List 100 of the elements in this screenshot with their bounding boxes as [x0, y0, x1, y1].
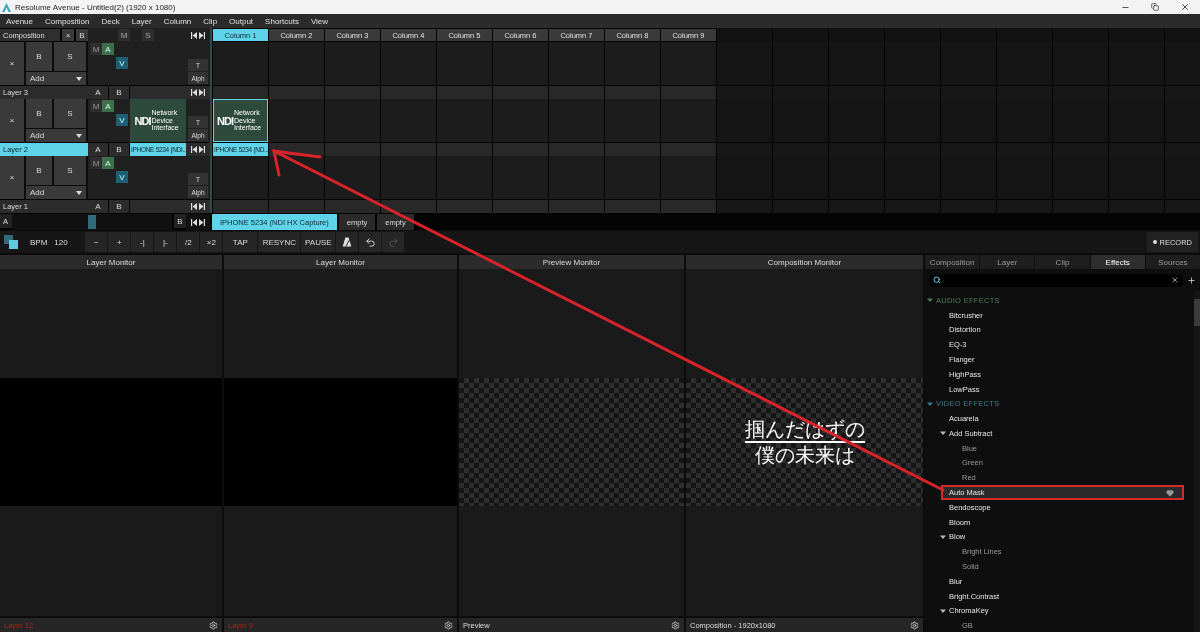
- toggle-button[interactable]: M: [90, 157, 102, 169]
- panel-tab[interactable]: Clip: [1035, 255, 1090, 269]
- tempo-button[interactable]: −: [85, 232, 108, 252]
- toggle-button[interactable]: V: [116, 171, 128, 183]
- clip-slot[interactable]: [717, 156, 772, 199]
- close-layer-button[interactable]: ×: [0, 42, 24, 85]
- skip-icon[interactable]: [190, 31, 206, 39]
- menu-item[interactable]: Composition: [39, 16, 96, 26]
- clip-slot[interactable]: [381, 42, 436, 85]
- clip-slot[interactable]: [717, 42, 772, 85]
- menu-item[interactable]: Deck: [95, 16, 126, 26]
- layout-icon[interactable]: [4, 235, 18, 249]
- toggle-button[interactable]: M: [90, 100, 102, 112]
- blend-mode-dropdown[interactable]: Add: [26, 72, 86, 85]
- panel-tab[interactable]: Sources: [1145, 255, 1200, 269]
- clip-slot[interactable]: [325, 42, 380, 85]
- tempo-button[interactable]: +: [108, 232, 131, 252]
- clip-slot[interactable]: [549, 99, 604, 142]
- tempo-button[interactable]: |-: [154, 232, 177, 252]
- solo-button[interactable]: S: [54, 156, 86, 185]
- clip-slot[interactable]: [213, 42, 268, 85]
- blend-mode-dropdown[interactable]: Add: [26, 129, 86, 142]
- clip-slot[interactable]: [269, 42, 324, 85]
- tempo-button[interactable]: TAP: [223, 232, 258, 252]
- solo-button[interactable]: S: [54, 99, 86, 128]
- clip-slot[interactable]: [437, 99, 492, 142]
- composition-button[interactable]: B: [76, 29, 88, 41]
- skip-icon[interactable]: [190, 89, 206, 96]
- caret-icon[interactable]: [927, 400, 933, 407]
- blend-mode-dropdown[interactable]: Add: [26, 186, 86, 199]
- toggle-button[interactable]: A: [102, 157, 114, 169]
- crossfade-button[interactable]: A: [88, 86, 108, 99]
- crossfade-button[interactable]: A: [88, 200, 108, 213]
- menu-item[interactable]: Output: [223, 16, 260, 26]
- clip-slot[interactable]: [437, 42, 492, 85]
- search-field[interactable]: [929, 273, 1183, 287]
- tempo-button[interactable]: /2: [177, 232, 200, 252]
- clip-slot[interactable]: [661, 42, 716, 85]
- settings-icon[interactable]: [671, 621, 680, 630]
- clip-slot[interactable]: [269, 99, 324, 142]
- settings-icon[interactable]: [444, 621, 453, 630]
- clip-slot[interactable]: [325, 156, 380, 199]
- bpm-value[interactable]: 120: [54, 237, 85, 247]
- crossfade-button[interactable]: B: [109, 143, 129, 156]
- menu-item[interactable]: Column: [157, 16, 198, 26]
- menu-item[interactable]: Clip: [197, 16, 224, 26]
- tempo-button[interactable]: ×2: [200, 232, 223, 252]
- crossfade-button[interactable]: A: [88, 143, 108, 156]
- toggle-button[interactable]: V: [116, 57, 128, 69]
- menu-item[interactable]: Avenue: [0, 16, 39, 26]
- clip-slot[interactable]: [549, 42, 604, 85]
- tempo-button[interactable]: -|: [131, 232, 154, 252]
- clip-slot[interactable]: [437, 156, 492, 199]
- solo-all-button[interactable]: S: [142, 29, 154, 41]
- clip-slot[interactable]: [717, 99, 772, 142]
- composition-button[interactable]: ×: [62, 29, 74, 41]
- clip-slot[interactable]: [605, 99, 660, 142]
- menu-item[interactable]: View: [304, 16, 335, 26]
- settings-icon[interactable]: [910, 621, 919, 630]
- skip-icon[interactable]: [190, 203, 206, 210]
- close-layer-button[interactable]: ×: [0, 99, 24, 142]
- toggle-button[interactable]: M: [90, 43, 102, 55]
- scrollbar-thumb[interactable]: [1194, 299, 1200, 326]
- menu-item[interactable]: Layer: [125, 16, 158, 26]
- crossfade-button[interactable]: B: [109, 86, 129, 99]
- clip-slot[interactable]: [605, 156, 660, 199]
- clip-slot[interactable]: [549, 156, 604, 199]
- mute-all-button[interactable]: M: [118, 29, 130, 41]
- metronome-button[interactable]: [336, 232, 359, 252]
- crossfader-thumb[interactable]: [88, 215, 96, 229]
- toggle-button[interactable]: A: [102, 100, 114, 112]
- crossfader-b-button[interactable]: B: [174, 214, 186, 228]
- bypass-button[interactable]: B: [26, 42, 52, 71]
- tempo-button[interactable]: PAUSE: [301, 232, 336, 252]
- panel-tab[interactable]: Layer: [980, 255, 1035, 269]
- heart-icon[interactable]: [1166, 488, 1174, 497]
- caret-icon[interactable]: [940, 607, 946, 614]
- bypass-button[interactable]: B: [26, 99, 52, 128]
- clip-slot[interactable]: [493, 42, 548, 85]
- skip-icon[interactable]: [190, 218, 206, 226]
- settings-icon[interactable]: [209, 621, 218, 630]
- clear-icon[interactable]: [1171, 276, 1179, 284]
- skip-icon[interactable]: [190, 146, 206, 153]
- clip-slot[interactable]: [493, 99, 548, 142]
- bypass-button[interactable]: B: [26, 156, 52, 185]
- tempo-button[interactable]: RESYNC: [258, 232, 301, 252]
- panel-tab[interactable]: Composition: [925, 255, 980, 269]
- solo-button[interactable]: S: [54, 42, 86, 71]
- clip-slot[interactable]: [381, 156, 436, 199]
- close-layer-button[interactable]: ×: [0, 156, 24, 199]
- toggle-button[interactable]: V: [116, 114, 128, 126]
- crossfade-button[interactable]: B: [109, 200, 129, 213]
- clip-slot[interactable]: [213, 156, 268, 199]
- clip-slot[interactable]: [605, 42, 660, 85]
- panel-tab[interactable]: Effects: [1090, 255, 1145, 269]
- clip-slot[interactable]: [381, 99, 436, 142]
- add-icon[interactable]: [1187, 275, 1196, 285]
- clip-slot[interactable]: [325, 99, 380, 142]
- clip-slot[interactable]: [661, 99, 716, 142]
- undo-button[interactable]: [359, 232, 382, 252]
